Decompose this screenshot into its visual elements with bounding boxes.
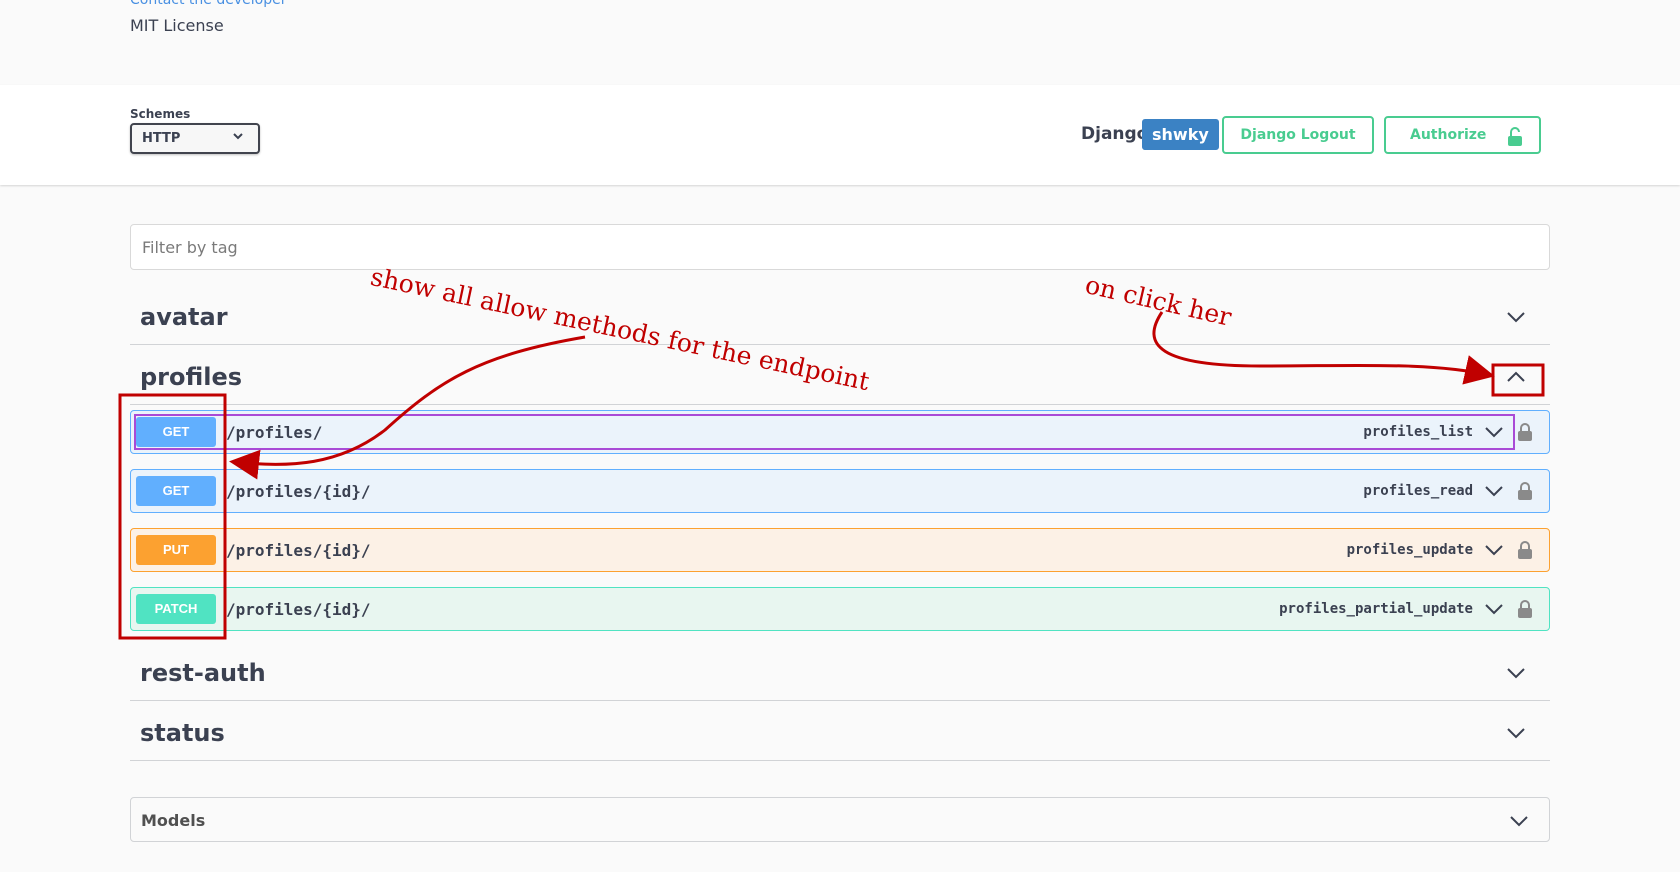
tag-name: status <box>140 719 225 747</box>
chevron-down-icon[interactable] <box>1485 602 1503 616</box>
authorize-button[interactable]: Authorize <box>1384 116 1541 154</box>
models-section[interactable]: Models <box>130 797 1550 842</box>
chevron-down-icon[interactable] <box>1485 543 1503 557</box>
tag-avatar[interactable]: avatar <box>130 285 1550 345</box>
authorize-label: Authorize <box>1410 127 1487 143</box>
operation-get-profiles[interactable]: GET /profiles/ profiles_list <box>130 410 1550 454</box>
chevron-down-icon <box>1507 668 1525 679</box>
operation-path: /profiles/{id}/ <box>226 482 371 501</box>
lock-icon[interactable] <box>1517 540 1533 560</box>
chevron-down-icon[interactable] <box>1485 484 1503 498</box>
method-badge: PUT <box>136 535 216 565</box>
focus-outline <box>134 414 1515 450</box>
operation-put-profile[interactable]: PUT /profiles/{id}/ profiles_update <box>130 528 1550 572</box>
tag-name: profiles <box>140 363 243 391</box>
lock-icon[interactable] <box>1517 599 1533 619</box>
operation-patch-profile[interactable]: PATCH /profiles/{id}/ profiles_partial_u… <box>130 587 1550 631</box>
tag-status[interactable]: status <box>130 701 1550 761</box>
models-title: Models <box>141 811 206 830</box>
operation-id: profiles_partial_update <box>1279 601 1473 617</box>
operation-path: /profiles/{id}/ <box>226 541 371 560</box>
chevron-down-icon[interactable] <box>1485 425 1503 439</box>
tag-name: avatar <box>140 303 228 331</box>
operation-id: profiles_read <box>1363 483 1473 499</box>
method-badge: GET <box>136 417 216 447</box>
lock-icon[interactable] <box>1517 422 1533 442</box>
scheme-bar: Schemes HTTP Django shwky Django Logout … <box>0 85 1680 185</box>
operation-get-profile-by-id[interactable]: GET /profiles/{id}/ profiles_read <box>130 469 1550 513</box>
chevron-down-icon <box>232 130 244 146</box>
method-badge: PATCH <box>136 594 216 624</box>
operation-id: profiles_update <box>1346 542 1473 558</box>
api-info: Contact the developer MIT License <box>0 0 1680 85</box>
schemes-select[interactable]: HTTP <box>130 123 260 154</box>
license-text: MIT License <box>130 16 224 35</box>
logout-button[interactable]: Django Logout <box>1222 116 1374 154</box>
chevron-down-icon <box>1510 816 1528 827</box>
filter-by-tag-input[interactable] <box>130 224 1550 270</box>
lock-icon[interactable] <box>1517 481 1533 501</box>
auth-provider-label: Django <box>1081 124 1149 144</box>
method-badge: GET <box>136 476 216 506</box>
contact-developer-link[interactable]: Contact the developer <box>130 0 286 8</box>
operation-id: profiles_list <box>1363 424 1473 440</box>
operation-path: /profiles/ <box>226 423 323 442</box>
swagger-page: Contact the developer MIT License Scheme… <box>0 0 1680 872</box>
tag-name: rest-auth <box>140 659 266 687</box>
chevron-up-icon[interactable] <box>1506 367 1526 387</box>
schemes-selected-value: HTTP <box>142 131 181 146</box>
schemes-label: Schemes <box>130 107 191 121</box>
chevron-down-icon <box>1507 728 1525 739</box>
operation-path: /profiles/{id}/ <box>226 600 371 619</box>
unlock-icon <box>1507 126 1523 160</box>
username-badge: shwky <box>1142 119 1219 150</box>
chevron-down-icon <box>1507 312 1525 323</box>
tag-rest-auth[interactable]: rest-auth <box>130 641 1550 701</box>
